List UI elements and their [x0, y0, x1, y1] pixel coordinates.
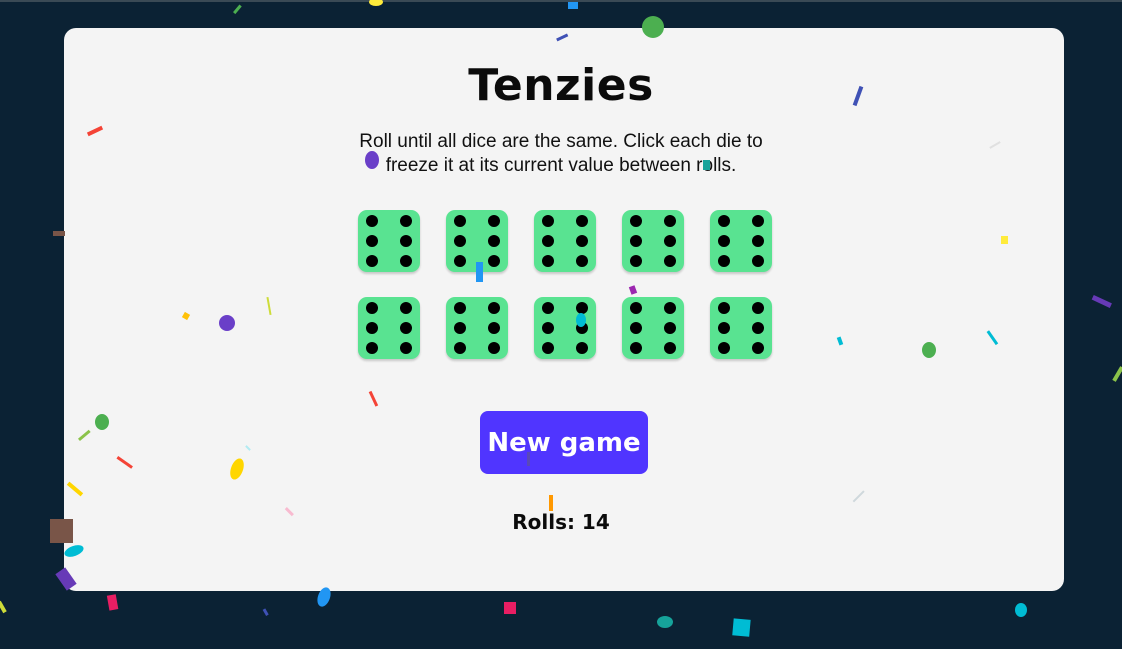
die-pip: [454, 302, 466, 314]
new-game-button[interactable]: New game: [480, 411, 648, 474]
die-pip: [400, 235, 412, 247]
die-pip: [664, 322, 676, 334]
die-pip: [366, 235, 378, 247]
page-title: Tenzies: [468, 60, 654, 111]
die-pip: [576, 255, 588, 267]
die-pip: [576, 215, 588, 227]
die-pip: [542, 255, 554, 267]
die-pip: [542, 302, 554, 314]
die-pip: [718, 235, 730, 247]
die-pip: [400, 215, 412, 227]
die-pip: [488, 322, 500, 334]
instructions-line-2: freeze it at its current value between r…: [385, 155, 737, 176]
die-9[interactable]: [622, 297, 684, 359]
instructions-line-1: Roll until all dice are the same. Click …: [359, 131, 763, 152]
die-pip: [366, 322, 378, 334]
die-pip: [718, 342, 730, 354]
die-pip: [630, 342, 642, 354]
die-pip: [488, 342, 500, 354]
die-pip: [454, 322, 466, 334]
die-pip: [752, 342, 764, 354]
die-pip: [488, 215, 500, 227]
instructions-text: Roll until all dice are the same. Click …: [0, 130, 1122, 178]
die-pip: [752, 235, 764, 247]
die-pip: [542, 322, 554, 334]
die-pip: [752, 302, 764, 314]
die-pip: [718, 255, 730, 267]
die-pip: [664, 235, 676, 247]
die-pip: [718, 322, 730, 334]
die-pip: [576, 342, 588, 354]
die-pip: [454, 255, 466, 267]
die-pip: [542, 235, 554, 247]
die-pip: [718, 215, 730, 227]
die-pip: [664, 215, 676, 227]
die-pip: [400, 322, 412, 334]
die-pip: [400, 255, 412, 267]
die-pip: [630, 215, 642, 227]
die-pip: [400, 302, 412, 314]
die-pip: [454, 342, 466, 354]
die-5[interactable]: [710, 210, 772, 272]
window-top-border: [0, 0, 1122, 2]
die-pip: [630, 322, 642, 334]
die-7[interactable]: [446, 297, 508, 359]
die-pip: [488, 235, 500, 247]
die-pip: [664, 255, 676, 267]
rolls-counter: Rolls: 14: [512, 510, 610, 534]
die-3[interactable]: [534, 210, 596, 272]
die-pip: [576, 322, 588, 334]
die-pip: [664, 342, 676, 354]
die-pip: [718, 302, 730, 314]
die-pip: [488, 255, 500, 267]
die-pip: [454, 235, 466, 247]
die-pip: [752, 215, 764, 227]
die-pip: [576, 235, 588, 247]
die-8[interactable]: [534, 297, 596, 359]
die-pip: [366, 255, 378, 267]
die-pip: [488, 302, 500, 314]
die-pip: [366, 215, 378, 227]
die-6[interactable]: [358, 297, 420, 359]
die-1[interactable]: [358, 210, 420, 272]
die-10[interactable]: [710, 297, 772, 359]
die-pip: [576, 302, 588, 314]
die-pip: [630, 235, 642, 247]
die-pip: [630, 302, 642, 314]
die-pip: [542, 215, 554, 227]
die-pip: [400, 342, 412, 354]
die-pip: [366, 342, 378, 354]
die-pip: [366, 302, 378, 314]
die-pip: [752, 255, 764, 267]
die-pip: [664, 302, 676, 314]
die-pip: [454, 215, 466, 227]
die-pip: [752, 322, 764, 334]
die-2[interactable]: [446, 210, 508, 272]
die-pip: [542, 342, 554, 354]
die-pip: [630, 255, 642, 267]
dice-grid: [358, 210, 772, 360]
die-4[interactable]: [622, 210, 684, 272]
